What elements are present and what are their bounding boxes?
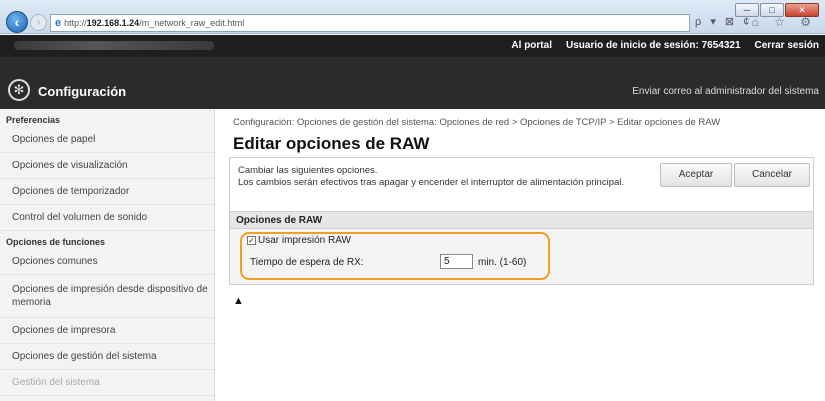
login-user: Usuario de inicio de sesión: 7654321	[566, 40, 741, 51]
use-raw-row: ✓ Usar impresión RAW	[247, 235, 351, 246]
browser-tools-icon[interactable]: ⌂ ☆ ⚙	[752, 15, 817, 29]
cancel-button[interactable]: Cancelar	[734, 163, 810, 187]
config-header: ✻ Configuración Enviar correo al adminis…	[0, 57, 825, 109]
sidebar-item-system-mgmt[interactable]: Gestión del sistema	[0, 370, 214, 396]
browser-toolbar: ‹ › e http:// 192.168.1.24 /m_network_ra…	[0, 0, 825, 34]
portal-link[interactable]: Al portal	[511, 40, 552, 51]
sidebar-section-functions: Opciones de funciones	[6, 237, 106, 247]
logout-link[interactable]: Cerrar sesión	[755, 40, 819, 51]
window-controls: ─ □ ✕	[734, 3, 819, 17]
sidebar-item-display[interactable]: Opciones de visualización	[0, 153, 214, 179]
description-line-2: Los cambios serán efectivos tras apagar …	[238, 176, 625, 188]
edit-panel: Cambiar las siguientes opciones. Los cam…	[229, 157, 814, 285]
description-line-1: Cambiar las siguientes opciones.	[238, 165, 378, 176]
rx-timeout-label: Tiempo de espera de RX:	[250, 257, 364, 268]
rx-timeout-unit: min. (1-60)	[478, 257, 527, 268]
sidebar-item-memory-print[interactable]: Opciones de impresión desde dispositivo …	[0, 275, 214, 318]
close-icon[interactable]: ✕	[785, 3, 819, 17]
address-bar[interactable]: e http:// 192.168.1.24 /m_network_raw_ed…	[50, 14, 690, 32]
sidebar-section-preferences: Preferencias	[6, 115, 61, 125]
sidebar-item-common[interactable]: Opciones comunes	[0, 249, 214, 275]
back-arrow-icon[interactable]: ‹	[6, 11, 28, 33]
sidebar: Preferencias Opciones de papel Opciones …	[0, 109, 215, 401]
forward-arrow-icon[interactable]: ›	[30, 14, 47, 31]
url-host: 192.168.1.24	[86, 18, 140, 28]
description: Cambiar las siguientes opciones. Los cam…	[238, 165, 638, 188]
rx-timeout-input[interactable]: 5	[440, 254, 473, 269]
top-bar: Al portal Usuario de inicio de sesión: 7…	[0, 35, 825, 57]
breadcrumb: Configuración: Opciones de gestión del s…	[233, 117, 721, 128]
sidebar-item-paper[interactable]: Opciones de papel	[0, 127, 214, 153]
device-name-blurred	[14, 41, 214, 50]
use-raw-checkbox[interactable]: ✓	[247, 236, 256, 245]
page-title: Editar opciones de RAW	[233, 134, 430, 153]
raw-options-header: Opciones de RAW	[230, 211, 813, 229]
sidebar-item-volume[interactable]: Control del volumen de sonido	[0, 205, 214, 231]
sidebar-item-system-mgmt-options[interactable]: Opciones de gestión del sistema	[0, 344, 214, 370]
url-prefix: http://	[64, 18, 87, 28]
mail-admin-link[interactable]: Enviar correo al administrador del siste…	[632, 86, 819, 97]
scroll-top-icon[interactable]: ▲	[233, 295, 244, 307]
use-raw-label: Usar impresión RAW	[258, 235, 351, 246]
page-title-config: Configuración	[38, 84, 127, 99]
sidebar-item-printer[interactable]: Opciones de impresora	[0, 318, 214, 344]
minimize-icon[interactable]: ─	[735, 3, 759, 17]
settings-gear-icon: ✻	[8, 79, 30, 101]
login-id: 7654321	[701, 40, 741, 51]
raw-options-area: ✓ Usar impresión RAW Tiempo de espera de…	[230, 229, 813, 284]
url-path: /m_network_raw_edit.html	[139, 18, 245, 28]
sidebar-item-timer[interactable]: Opciones de temporizador	[0, 179, 214, 205]
browser-logo-icon: e	[55, 17, 62, 29]
maximize-icon[interactable]: □	[760, 3, 784, 17]
accept-button[interactable]: Aceptar	[660, 163, 732, 187]
login-label: Usuario de inicio de sesión:	[565, 40, 699, 51]
